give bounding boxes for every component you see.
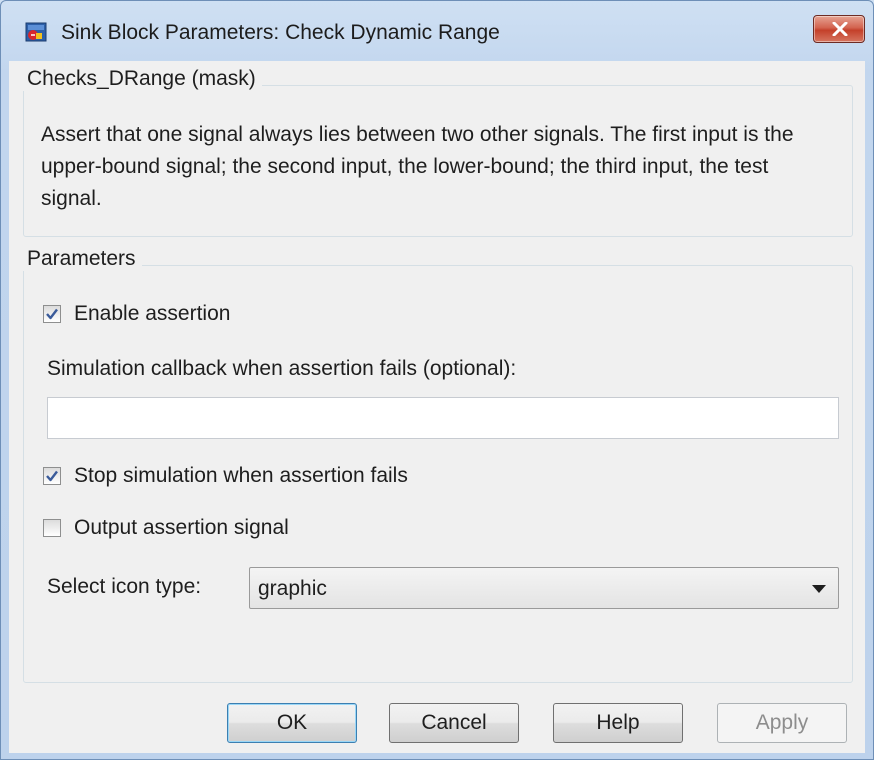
cancel-button[interactable]: Cancel <box>389 703 519 743</box>
icon-type-value: graphic <box>258 577 327 600</box>
window-title: Sink Block Parameters: Check Dynamic Ran… <box>61 21 500 44</box>
block-description: Assert that one signal always lies betwe… <box>41 123 794 210</box>
title-bar[interactable]: Sink Block Parameters: Check Dynamic Ran… <box>1 1 873 59</box>
output-signal-option[interactable]: Output assertion signal <box>43 515 289 541</box>
enable-assertion-option[interactable]: Enable assertion <box>43 301 230 327</box>
enable-assertion-label: Enable assertion <box>74 302 231 325</box>
checkmark-icon <box>46 308 58 320</box>
description-group-title: Checks_DRange (mask) <box>21 67 262 91</box>
close-icon <box>832 22 848 36</box>
dialog-window: Sink Block Parameters: Check Dynamic Ran… <box>0 0 874 760</box>
stop-simulation-checkbox[interactable] <box>43 467 61 485</box>
checkmark-icon <box>46 470 58 482</box>
callback-input[interactable] <box>47 397 839 439</box>
stop-simulation-option[interactable]: Stop simulation when assertion fails <box>43 463 408 489</box>
simulink-block-icon <box>25 21 47 43</box>
stop-simulation-label: Stop simulation when assertion fails <box>74 464 408 487</box>
parameters-group-title: Parameters <box>21 247 142 271</box>
icon-type-label: Select icon type: <box>47 575 202 598</box>
ok-button[interactable]: OK <box>227 703 357 743</box>
dialog-body: Checks_DRange (mask) Assert that one sig… <box>9 61 865 753</box>
output-signal-checkbox[interactable] <box>43 519 61 537</box>
dropdown-arrow-icon <box>812 585 826 593</box>
callback-label: Simulation callback when assertion fails… <box>47 357 517 380</box>
icon-type-select[interactable]: graphic <box>249 567 839 609</box>
apply-button[interactable]: Apply <box>717 703 847 743</box>
enable-assertion-checkbox[interactable] <box>43 305 61 323</box>
close-button[interactable] <box>813 15 865 43</box>
output-signal-label: Output assertion signal <box>74 516 289 539</box>
help-button[interactable]: Help <box>553 703 683 743</box>
